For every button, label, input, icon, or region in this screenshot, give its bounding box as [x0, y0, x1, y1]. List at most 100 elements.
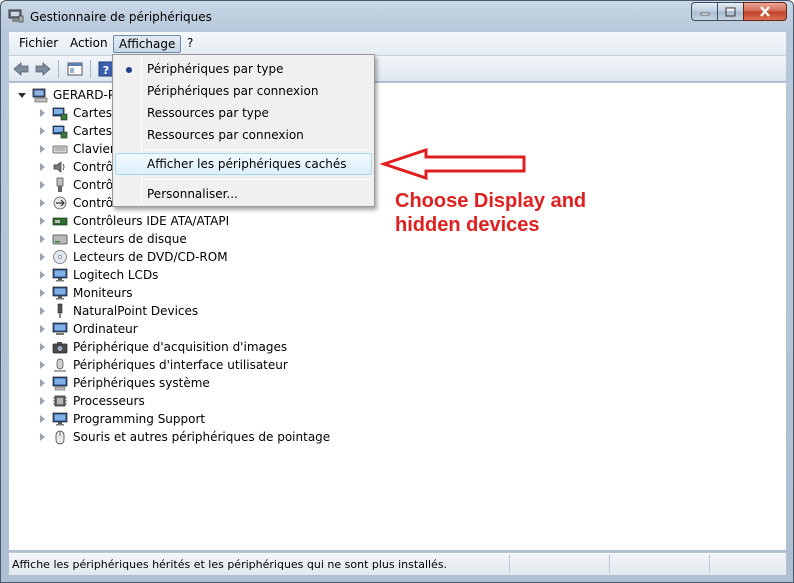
menu-item-label: Ressources par connexion [147, 128, 304, 142]
tree-category-label: Périphériques d'interface utilisateur [73, 358, 288, 372]
tree-category-label: NaturalPoint Devices [73, 304, 199, 318]
expand-arrow-icon[interactable] [38, 392, 46, 410]
expand-arrow-icon[interactable] [38, 158, 46, 176]
tree-category-row[interactable]: Contrôleurs IDE ATA/ATAPI [38, 212, 229, 230]
tree-category-label: Contrôleurs IDE ATA/ATAPI [73, 214, 230, 228]
maximize-icon [725, 7, 736, 16]
radio-selected-icon [126, 67, 132, 73]
tree-category-row[interactable]: Processeurs [38, 392, 145, 410]
expand-arrow-icon[interactable] [38, 176, 46, 194]
expand-arrow-icon[interactable] [38, 266, 46, 284]
tree-category-label: Périphérique d'acquisition d'images [73, 340, 288, 354]
maximize-button[interactable] [717, 2, 743, 21]
monitor-icon [52, 286, 68, 300]
tree-category-label: Processeurs [73, 394, 145, 408]
annotation-text: Choose Display and hidden devices [395, 189, 586, 237]
menu-item-customize[interactable]: Personnaliser... [115, 183, 372, 205]
processor-icon [53, 395, 67, 407]
tree-category-row[interactable]: Claviers [38, 140, 121, 158]
menu-item-devices-by-connection[interactable]: Périphériques par connexion [115, 80, 372, 102]
tree-category-row[interactable]: Périphériques système [38, 374, 210, 392]
tree-category-row[interactable]: Programming Support [38, 410, 205, 428]
tree-category-row[interactable]: Contrôl [38, 176, 116, 194]
affichage-dropdown-menu: Périphériques par type Périphériques par… [112, 54, 375, 207]
tree-category-row[interactable]: Souris et autres périphériques de pointa… [38, 428, 330, 446]
minimize-icon [700, 12, 709, 15]
network-adapter-icon [52, 107, 68, 121]
menu-action[interactable]: Action [65, 35, 113, 53]
menu-item-show-hidden-devices[interactable]: Afficher les périphériques cachés [115, 153, 372, 175]
expand-arrow-icon[interactable] [38, 104, 46, 122]
tree-category-row[interactable]: Moniteurs [38, 284, 133, 302]
expand-arrow-icon[interactable] [38, 320, 46, 338]
tree-category-row[interactable]: Contrôl [38, 158, 116, 176]
expand-arrow-icon[interactable] [38, 410, 46, 428]
back-arrow-icon[interactable] [12, 60, 30, 78]
toolbar-separator [58, 60, 59, 78]
tree-root-row[interactable]: GERARD-PC [18, 86, 123, 104]
expand-arrow-icon[interactable] [38, 248, 46, 266]
status-pane [509, 555, 510, 573]
menu-item-label: Périphériques par connexion [147, 84, 319, 98]
tree-category-label: Lecteurs de DVD/CD-ROM [73, 250, 228, 264]
tree-category-row[interactable]: Contrôl [38, 194, 116, 212]
sound-controller-icon [53, 161, 65, 173]
show-hide-console-tree-icon[interactable] [66, 60, 84, 78]
minimize-button[interactable] [691, 2, 717, 21]
device-manager-app-icon [8, 9, 24, 23]
toolbar-separator [90, 60, 91, 78]
status-bar: Affiche les périphériques hérités et les… [9, 552, 786, 575]
menu-item-label: Afficher les périphériques cachés [147, 157, 347, 171]
tree-category-label: Ordinateur [73, 322, 138, 336]
close-icon [760, 6, 770, 17]
mouse-icon [55, 430, 65, 445]
tree-category-row[interactable]: Cartes g [38, 104, 123, 122]
expand-arrow-icon[interactable] [38, 230, 46, 248]
expand-arrow-icon[interactable] [38, 212, 46, 230]
title-bar[interactable]: Gestionnaire de périphériques [1, 1, 793, 31]
annotation-line-2: hidden devices [395, 214, 540, 236]
tree-category-label: Lecteurs de disque [73, 232, 187, 246]
menu-item-resources-by-connection[interactable]: Ressources par connexion [115, 124, 372, 146]
forward-arrow-icon[interactable] [34, 60, 52, 78]
status-text: Affiche les périphériques hérités et les… [12, 558, 448, 571]
window-controls [691, 2, 787, 22]
expand-arrow-icon[interactable] [38, 338, 46, 356]
expand-arrow-icon[interactable] [38, 428, 46, 446]
menu-help[interactable]: ? [182, 35, 198, 53]
expand-arrow-icon[interactable] [38, 374, 46, 392]
close-button[interactable] [743, 2, 787, 21]
menu-item-devices-by-type[interactable]: Périphériques par type [115, 58, 372, 80]
tree-category-row[interactable]: Cartes r [38, 122, 121, 140]
menu-item-label: Périphériques par type [147, 62, 284, 76]
tree-category-label: Contrôl [73, 178, 117, 192]
tree-category-row[interactable]: Périphérique d'acquisition d'images [38, 338, 287, 356]
menu-separator [143, 179, 370, 180]
tree-category-row[interactable]: NaturalPoint Devices [38, 302, 198, 320]
menu-item-resources-by-type[interactable]: Ressources par type [115, 102, 372, 124]
keyboard-icon [52, 145, 68, 154]
tree-category-row[interactable]: Périphériques d'interface utilisateur [38, 356, 288, 374]
menu-affichage[interactable]: Affichage [113, 35, 182, 53]
expand-arrow-icon[interactable] [38, 284, 46, 302]
menu-fichier[interactable]: Fichier [14, 35, 63, 53]
expand-arrow-icon[interactable] [38, 356, 46, 374]
expand-arrow-icon[interactable] [38, 140, 46, 158]
status-pane [709, 555, 710, 573]
expand-arrow-icon[interactable] [38, 302, 46, 320]
tree-category-row[interactable]: Ordinateur [38, 320, 138, 338]
disk-drive-icon [52, 234, 68, 245]
expand-arrow-icon[interactable] [38, 194, 46, 212]
collapse-arrow-icon[interactable] [18, 86, 26, 104]
tree-category-label: Contrôl [73, 160, 117, 174]
expand-arrow-icon[interactable] [38, 122, 46, 140]
menu-item-label: Personnaliser... [147, 187, 238, 201]
usb-controller-icon [56, 177, 64, 192]
tree-category-row[interactable]: Logitech LCDs [38, 266, 158, 284]
tree-category-row[interactable]: Lecteurs de disque [38, 230, 187, 248]
tree-category-row[interactable]: Lecteurs de DVD/CD-ROM [38, 248, 228, 266]
tree-category-label: Contrôl [73, 196, 117, 210]
ide-controller-icon [52, 217, 68, 226]
tree-category-label: Moniteurs [73, 286, 133, 300]
device-icon [57, 303, 63, 318]
